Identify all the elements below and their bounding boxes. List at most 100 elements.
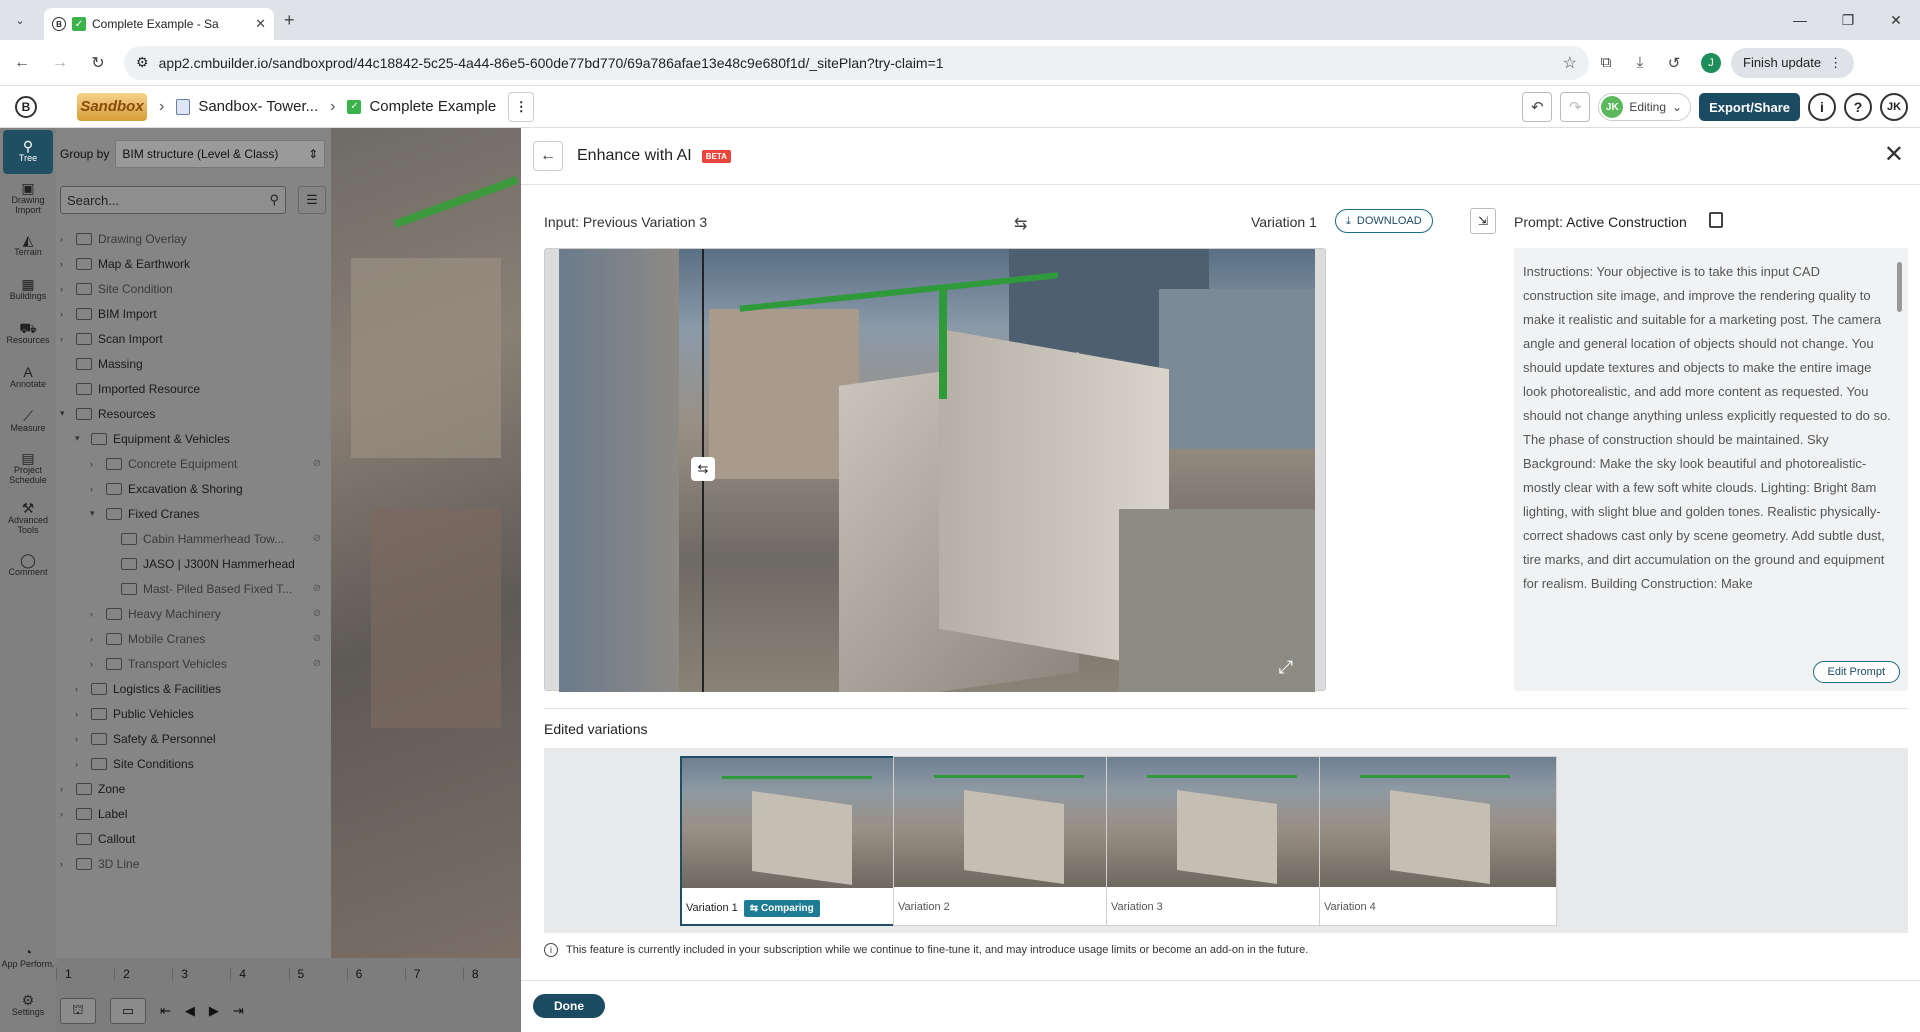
rail-annotate[interactable]: A Annotate <box>0 356 56 400</box>
hidden-eye-icon[interactable]: ⊘ <box>313 458 321 469</box>
rail-app-performance[interactable]: ◔ App Perform. <box>0 936 56 980</box>
bookmark-star-icon[interactable]: ☆ <box>1563 53 1577 73</box>
tree-item[interactable]: Callout <box>56 826 331 851</box>
timeline-step[interactable]: 4 <box>230 967 288 981</box>
chevron-down-icon[interactable]: ▾ <box>90 508 102 519</box>
more-options-button[interactable]: ⋮ <box>508 91 535 122</box>
tree-item[interactable]: › Heavy Machinery ⊘ <box>56 601 331 626</box>
variation-card-3[interactable]: Variation 3 <box>1106 756 1344 926</box>
info-icon[interactable]: i <box>1808 93 1836 121</box>
rail-settings[interactable]: ⚙ Settings <box>0 984 56 1028</box>
back-icon[interactable]: ← <box>6 47 38 79</box>
tree-item[interactable]: ▾ Equipment & Vehicles <box>56 426 331 451</box>
minimize-icon[interactable]: — <box>1776 0 1824 40</box>
user-avatar[interactable]: JK <box>1880 93 1908 121</box>
variation-card-2[interactable]: Variation 2 <box>893 756 1131 926</box>
skip-start-icon[interactable]: ⇤ <box>160 1003 171 1019</box>
maximize-icon[interactable]: ❐ <box>1824 0 1872 40</box>
site-info-icon[interactable]: ⚙ <box>136 54 149 71</box>
tree-item[interactable]: › 3D Line <box>56 851 331 876</box>
tree-item[interactable]: › Safety & Personnel <box>56 726 331 751</box>
tree-item[interactable]: › Public Vehicles <box>56 701 331 726</box>
extensions-icon[interactable]: ⧉ <box>1589 54 1623 71</box>
close-window-icon[interactable]: ✕ <box>1872 0 1920 40</box>
chevron-right-icon[interactable]: › <box>60 309 72 319</box>
back-arrow-icon[interactable]: ← <box>533 141 563 171</box>
finish-update-button[interactable]: Finish update ⋮ <box>1731 47 1855 78</box>
chevron-right-icon[interactable]: › <box>60 859 72 869</box>
tree-item[interactable]: JASO | J300N Hammerhead <box>56 551 331 576</box>
reload-icon[interactable]: ↻ <box>82 47 114 79</box>
timeline-step[interactable]: 1 <box>56 967 114 981</box>
expand-icon[interactable]: ⤢ <box>1279 657 1293 678</box>
rail-advanced-tools[interactable]: ⚒ Advanced Tools <box>0 494 56 544</box>
timeline-step[interactable]: 8 <box>462 967 521 981</box>
chevron-right-icon[interactable]: › <box>90 634 102 644</box>
chevron-right-icon[interactable]: › <box>90 484 102 494</box>
hidden-eye-icon[interactable]: ⊘ <box>313 633 321 644</box>
chevron-right-icon[interactable]: › <box>60 284 72 294</box>
timeline-step[interactable]: 5 <box>288 967 347 981</box>
tree-item[interactable]: › Map & Earthwork <box>56 251 331 276</box>
help-icon[interactable]: ? <box>1844 93 1872 121</box>
tree-search-input[interactable]: Search... ⚲ <box>60 186 286 214</box>
chevron-right-icon[interactable]: › <box>90 609 102 619</box>
tree-item[interactable]: Massing <box>56 351 331 376</box>
rail-buildings[interactable]: ▦ Buildings <box>0 268 56 312</box>
url-bar[interactable]: ⚙ app2.cmbuilder.io/sandboxprod/44c18842… <box>124 45 1589 80</box>
variation-card-4[interactable]: Variation 4 <box>1319 756 1557 926</box>
play-icon[interactable]: ▶ <box>209 1003 219 1019</box>
chevron-right-icon[interactable]: › <box>60 334 72 344</box>
chevron-right-icon[interactable]: › <box>75 709 87 719</box>
done-button[interactable]: Done <box>533 994 605 1018</box>
chevron-right-icon[interactable]: › <box>75 734 87 744</box>
forward-icon[interactable]: → <box>44 47 76 79</box>
tree-item[interactable]: › Excavation & Shoring <box>56 476 331 501</box>
timeline-step[interactable]: 6 <box>346 967 405 981</box>
hidden-eye-icon[interactable]: ⊘ <box>313 533 321 544</box>
timeline-step[interactable]: 7 <box>404 967 463 981</box>
export-share-button[interactable]: Export/Share <box>1699 93 1800 121</box>
copy-icon[interactable] <box>1709 212 1723 228</box>
editing-mode-dropdown[interactable]: JK Editing ⌄ <box>1598 93 1692 121</box>
rail-project-schedule[interactable]: ▤ Project Schedule <box>0 444 56 494</box>
rail-terrain[interactable]: ◭ Terrain <box>0 224 56 268</box>
group-by-select[interactable]: BIM structure (Level & Class) ⇕ <box>115 140 326 168</box>
chevron-right-icon[interactable]: › <box>75 684 87 694</box>
profile-avatar[interactable]: J <box>1701 52 1721 73</box>
tree-item[interactable]: › Zone <box>56 776 331 801</box>
timeline-step[interactable]: 2 <box>114 967 172 981</box>
hidden-eye-icon[interactable]: ⊘ <box>313 583 321 594</box>
app-logo-icon[interactable]: B <box>15 95 37 118</box>
new-tab-icon[interactable]: + <box>284 10 295 31</box>
tree-item[interactable]: › Mobile Cranes ⊘ <box>56 626 331 651</box>
tree-item[interactable]: › Scan Import <box>56 326 331 351</box>
swap-icon[interactable]: ⇆ <box>1014 214 1027 234</box>
download-button[interactable]: ⤓ DOWNLOAD <box>1335 209 1433 233</box>
skip-end-icon[interactable]: ⇥ <box>233 1003 244 1019</box>
chevron-right-icon[interactable]: › <box>90 459 102 469</box>
chevron-down-icon[interactable]: ▾ <box>60 408 72 419</box>
undo-icon[interactable]: ↶ <box>1522 92 1553 122</box>
breadcrumb-project[interactable]: Sandbox- Tower... <box>176 98 318 115</box>
hidden-eye-icon[interactable]: ⊘ <box>313 658 321 669</box>
chevron-right-icon[interactable]: › <box>90 659 102 669</box>
rail-drawing-import[interactable]: ▣ Drawing Import <box>0 174 56 224</box>
chevron-right-icon[interactable]: › <box>75 759 87 769</box>
tree-item[interactable]: Mast- Piled Based Fixed T... ⊘ <box>56 576 331 601</box>
list-filter-icon[interactable]: ☰ <box>298 186 326 214</box>
tree-item[interactable]: › Logistics & Facilities <box>56 676 331 701</box>
chevron-down-icon[interactable]: ▾ <box>75 433 87 444</box>
collapse-prompt-icon[interactable]: ⇲ <box>1470 208 1496 234</box>
tree-item[interactable]: Imported Resource <box>56 376 331 401</box>
downloads-icon[interactable]: ⤓ <box>1623 54 1657 71</box>
tree-item[interactable]: › Concrete Equipment ⊘ <box>56 451 331 476</box>
chevron-right-icon[interactable]: › <box>60 809 72 819</box>
hidden-eye-icon[interactable]: ⊘ <box>313 608 321 619</box>
close-icon[interactable]: ✕ <box>1884 140 1904 169</box>
video-icon[interactable]: ▭ <box>110 998 146 1024</box>
tree-item[interactable]: › Label <box>56 801 331 826</box>
timeline-step[interactable]: 3 <box>172 967 230 981</box>
breadcrumb-scene[interactable]: ✓ Complete Example <box>347 98 496 115</box>
rail-measure[interactable]: ⟋ Measure <box>0 400 56 444</box>
